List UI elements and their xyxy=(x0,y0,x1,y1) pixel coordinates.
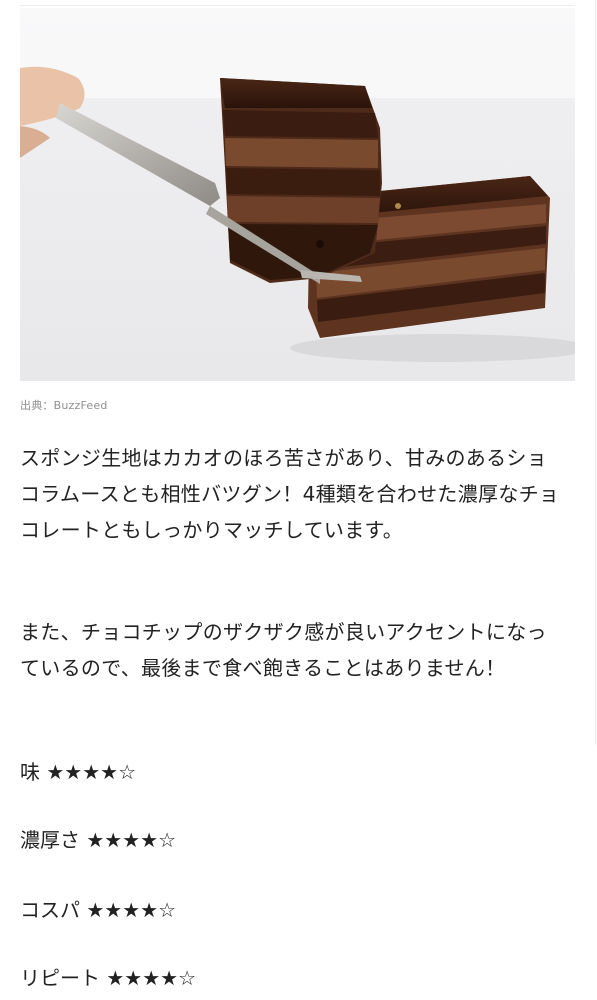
rating-value-for-money: コスパ ★★★★☆ xyxy=(20,895,176,925)
top-divider xyxy=(20,0,575,6)
rating-label: リピート xyxy=(20,966,100,990)
rating-label: 濃厚さ xyxy=(20,828,80,852)
star-rating-icon: ★★★★☆ xyxy=(86,828,177,852)
rating-richness: 濃厚さ ★★★★☆ xyxy=(20,825,176,855)
rating-label: コスパ xyxy=(20,898,80,922)
right-edge-divider xyxy=(595,0,596,745)
image-credit: 出典：BuzzFeed xyxy=(20,399,108,412)
article-paragraph: また、チョコチップのザクザク感が良いアクセントになっているので、最後まで食べ飽き… xyxy=(20,620,547,680)
rating-repeat: リピート ★★★★☆ xyxy=(20,963,196,993)
star-rating-icon: ★★★★☆ xyxy=(106,966,197,990)
star-rating-icon: ★★★★☆ xyxy=(86,898,177,922)
article-page: 出典：BuzzFeed スポンジ生地はカカオのほろ苦さがあり、甘みのあるショコラ… xyxy=(0,0,597,1000)
rating-label: 味 xyxy=(20,760,40,784)
rating-taste: 味 ★★★★☆ xyxy=(20,757,136,787)
article-paragraph: スポンジ生地はカカオのほろ苦さがあり、甘みのあるショコラムースとも相性バツグン！… xyxy=(20,446,560,542)
cake-photo xyxy=(20,8,575,381)
star-rating-icon: ★★★★☆ xyxy=(46,760,137,784)
cake-bite xyxy=(220,78,382,283)
